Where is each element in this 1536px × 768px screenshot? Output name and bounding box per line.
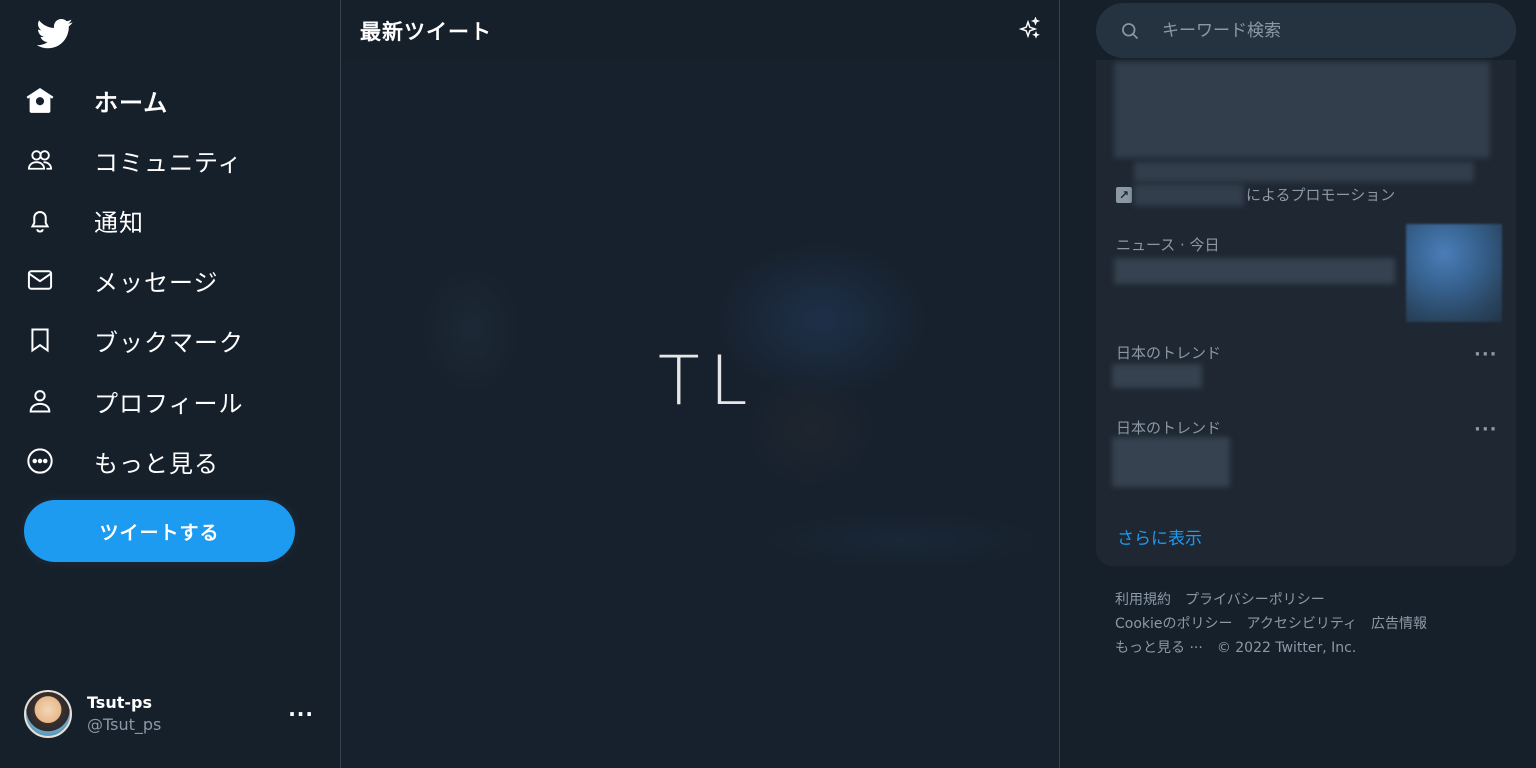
promoted-by: ↗ によるプロモーション <box>1116 184 1496 206</box>
nav-communities[interactable]: コミュニティ <box>24 134 243 186</box>
footer-row-1: 利用規約 プライバシーポリシー <box>1115 588 1515 612</box>
communities-icon <box>24 144 56 176</box>
page-title: 最新ツイート <box>360 20 492 44</box>
nav-more-label: もっと見る <box>94 449 219 478</box>
promotion-label: によるプロモーション <box>1246 186 1396 204</box>
account-text: Tsut-ps @Tsut_ps <box>87 692 161 736</box>
account-name: Tsut-ps <box>87 693 152 712</box>
news-thumbnail[interactable] <box>1406 224 1502 322</box>
promoted-arrow-icon: ↗ <box>1116 187 1132 203</box>
footer-accessibility-link[interactable]: アクセシビリティ <box>1247 612 1357 636</box>
account-handle: @Tsut_ps <box>87 715 162 734</box>
trend-title-blurred-1[interactable] <box>1112 364 1202 388</box>
envelope-icon <box>24 264 56 296</box>
nav-profile[interactable]: プロフィール <box>24 375 244 427</box>
nav-bookmarks[interactable]: ブックマーク <box>24 314 244 366</box>
account-switcher[interactable]: Tsut-ps @Tsut_ps ··· <box>24 684 324 744</box>
search-icon <box>1120 21 1140 41</box>
trend-meta-2: 日本のトレンド <box>1116 419 1222 437</box>
more-circle-icon <box>24 445 56 477</box>
search-input[interactable] <box>1162 20 1492 41</box>
nav-home[interactable]: ホーム <box>24 74 168 126</box>
trend-title-blurred-2[interactable] <box>1112 437 1230 487</box>
news-headline-blurred[interactable] <box>1114 258 1395 284</box>
account-more-icon: ··· <box>288 702 314 726</box>
nav-communities-label: コミュニティ <box>94 148 243 177</box>
promo-headline-blurred <box>1134 162 1474 182</box>
trend-more-icon-1[interactable]: ··· <box>1474 344 1498 365</box>
nav-more[interactable]: もっと見る <box>24 435 219 487</box>
trend-more-icon-2[interactable]: ··· <box>1474 419 1498 440</box>
nav-profile-label: プロフィール <box>94 389 244 418</box>
timeline-header: 最新ツイート <box>341 0 1059 58</box>
footer-privacy-link[interactable]: プライバシーポリシー <box>1185 588 1325 612</box>
footer-row-3: もっと見る ··· © 2022 Twitter, Inc. <box>1115 636 1515 660</box>
promoter-name-blurred <box>1134 184 1244 206</box>
nav-notifications[interactable]: 通知 <box>24 194 144 246</box>
news-meta: ニュース · 今日 <box>1116 236 1220 254</box>
bell-icon <box>24 204 56 236</box>
left-sidebar: ホーム コミュニティ 通知 メッセージ ブックマーク プロフィール もっと見る … <box>0 0 340 768</box>
footer-row-2: Cookieのポリシー アクセシビリティ 広告情報 <box>1115 612 1515 636</box>
twitter-bird-icon[interactable] <box>36 15 73 51</box>
timeline-column: 最新ツイート TL <box>341 0 1059 768</box>
trends-panel: ↗ によるプロモーション ニュース · 今日 日本のトレンド ··· 日本のトレ… <box>1096 60 1516 566</box>
tweet-button[interactable]: ツイートする <box>24 500 295 562</box>
avatar <box>24 690 72 738</box>
nav-messages[interactable]: メッセージ <box>24 254 219 306</box>
footer-cookie-link[interactable]: Cookieのポリシー <box>1115 612 1233 636</box>
timeline-placeholder-text: TL <box>658 342 758 421</box>
footer-links: 利用規約 プライバシーポリシー Cookieのポリシー アクセシビリティ 広告情… <box>1115 588 1515 660</box>
trend-meta-1: 日本のトレンド <box>1116 344 1222 362</box>
footer-terms-link[interactable]: 利用規約 <box>1115 588 1171 612</box>
promo-image-blurred <box>1114 62 1490 158</box>
profile-icon <box>24 385 56 417</box>
sparkle-icon[interactable] <box>1017 16 1041 41</box>
footer-more-link[interactable]: もっと見る ··· <box>1115 636 1203 660</box>
home-icon <box>24 84 56 116</box>
nav-messages-label: メッセージ <box>94 268 219 297</box>
search-bar[interactable] <box>1096 3 1516 58</box>
show-more-link[interactable]: さらに表示 <box>1117 524 1202 549</box>
footer-ads-info-link[interactable]: 広告情報 <box>1371 612 1427 636</box>
nav-bookmarks-label: ブックマーク <box>94 328 244 357</box>
nav-notifications-label: 通知 <box>94 208 144 237</box>
right-sidebar: ↗ によるプロモーション ニュース · 今日 日本のトレンド ··· 日本のトレ… <box>1060 0 1536 768</box>
twitter-app: ホーム コミュニティ 通知 メッセージ ブックマーク プロフィール もっと見る … <box>0 0 1536 768</box>
footer-copyright: © 2022 Twitter, Inc. <box>1216 640 1357 656</box>
bookmark-icon <box>24 324 56 356</box>
nav-home-label: ホーム <box>94 88 169 117</box>
